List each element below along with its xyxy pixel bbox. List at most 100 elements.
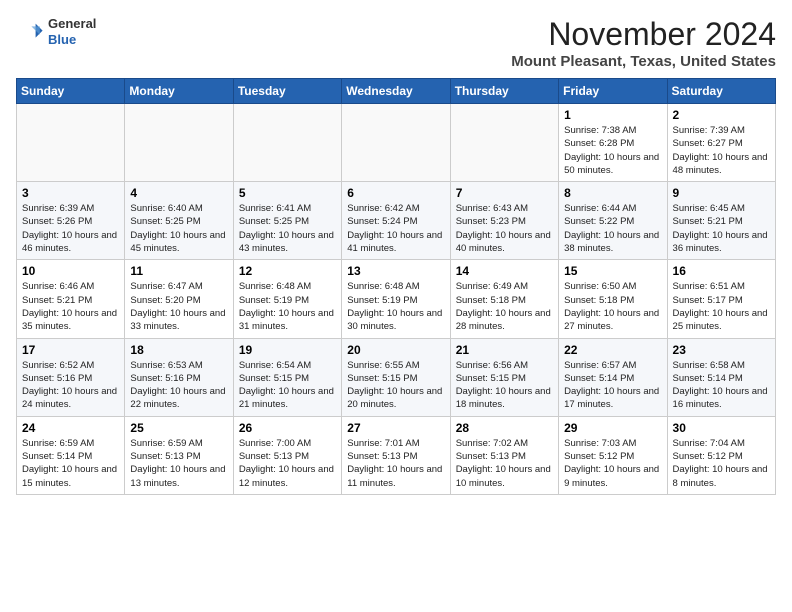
- day-number: 16: [673, 264, 770, 278]
- day-number: 22: [564, 343, 661, 357]
- calendar-cell: 4 Sunrise: 6:40 AM Sunset: 5:25 PM Daylig…: [125, 182, 233, 260]
- day-number: 19: [239, 343, 336, 357]
- day-number: 7: [456, 186, 553, 200]
- day-number: 11: [130, 264, 227, 278]
- day-info: Sunrise: 6:52 AM Sunset: 5:16 PM Dayligh…: [22, 359, 119, 412]
- calendar-cell: 7 Sunrise: 6:43 AM Sunset: 5:23 PM Daylig…: [450, 182, 558, 260]
- day-number: 29: [564, 421, 661, 435]
- calendar-cell: 19 Sunrise: 6:54 AM Sunset: 5:15 PM Dayli…: [233, 338, 341, 416]
- weekday-header-tuesday: Tuesday: [233, 79, 341, 104]
- day-number: 28: [456, 421, 553, 435]
- day-number: 23: [673, 343, 770, 357]
- calendar-cell: 26Sunrise: 7:00 AM Sunset: 5:13 PM Dayli…: [233, 416, 341, 494]
- day-info: Sunrise: 6:40 AM Sunset: 5:25 PM Dayligh…: [130, 202, 227, 255]
- calendar-cell: 2 Sunrise: 7:39 AM Sunset: 6:27 PM Daylig…: [667, 104, 775, 182]
- logo: General Blue: [16, 16, 96, 47]
- day-info: Sunrise: 6:58 AM Sunset: 5:14 PM Dayligh…: [673, 359, 770, 412]
- day-info: Sunrise: 6:59 AM Sunset: 5:13 PM Dayligh…: [130, 437, 227, 490]
- location-text: Mount Pleasant, Texas, United States: [511, 53, 776, 70]
- day-info: Sunrise: 6:50 AM Sunset: 5:18 PM Dayligh…: [564, 280, 661, 333]
- day-info: Sunrise: 7:03 AM Sunset: 5:12 PM Dayligh…: [564, 437, 661, 490]
- day-info: Sunrise: 6:57 AM Sunset: 5:14 PM Dayligh…: [564, 359, 661, 412]
- day-number: 8: [564, 186, 661, 200]
- day-number: 12: [239, 264, 336, 278]
- day-number: 9: [673, 186, 770, 200]
- day-info: Sunrise: 7:39 AM Sunset: 6:27 PM Dayligh…: [673, 124, 770, 177]
- day-number: 3: [22, 186, 119, 200]
- day-info: Sunrise: 6:51 AM Sunset: 5:17 PM Dayligh…: [673, 280, 770, 333]
- weekday-header-thursday: Thursday: [450, 79, 558, 104]
- calendar-cell: 22 Sunrise: 6:57 AM Sunset: 5:14 PM Dayli…: [559, 338, 667, 416]
- calendar-cell: 21 Sunrise: 6:56 AM Sunset: 5:15 PM Dayli…: [450, 338, 558, 416]
- calendar-cell: [17, 104, 125, 182]
- day-info: Sunrise: 7:38 AM Sunset: 6:28 PM Dayligh…: [564, 124, 661, 177]
- day-info: Sunrise: 6:47 AM Sunset: 5:20 PM Dayligh…: [130, 280, 227, 333]
- calendar-cell: 9 Sunrise: 6:45 AM Sunset: 5:21 PM Daylig…: [667, 182, 775, 260]
- day-info: Sunrise: 7:01 AM Sunset: 5:13 PM Dayligh…: [347, 437, 444, 490]
- day-number: 18: [130, 343, 227, 357]
- day-info: Sunrise: 6:55 AM Sunset: 5:15 PM Dayligh…: [347, 359, 444, 412]
- calendar-cell: 12 Sunrise: 6:48 AM Sunset: 5:19 PM Dayli…: [233, 260, 341, 338]
- day-info: Sunrise: 6:53 AM Sunset: 5:16 PM Dayligh…: [130, 359, 227, 412]
- calendar-cell: 23 Sunrise: 6:58 AM Sunset: 5:14 PM Dayli…: [667, 338, 775, 416]
- weekday-header-friday: Friday: [559, 79, 667, 104]
- day-info: Sunrise: 6:59 AM Sunset: 5:14 PM Dayligh…: [22, 437, 119, 490]
- calendar-cell: [342, 104, 450, 182]
- day-number: 13: [347, 264, 444, 278]
- calendar-cell: 3 Sunrise: 6:39 AM Sunset: 5:26 PM Daylig…: [17, 182, 125, 260]
- weekday-header-sunday: Sunday: [17, 79, 125, 104]
- day-info: Sunrise: 6:42 AM Sunset: 5:24 PM Dayligh…: [347, 202, 444, 255]
- day-info: Sunrise: 6:45 AM Sunset: 5:21 PM Dayligh…: [673, 202, 770, 255]
- weekday-header-monday: Monday: [125, 79, 233, 104]
- calendar-cell: 13Sunrise: 6:48 AM Sunset: 5:19 PM Dayli…: [342, 260, 450, 338]
- calendar-cell: 6Sunrise: 6:42 AM Sunset: 5:24 PM Daylig…: [342, 182, 450, 260]
- day-number: 14: [456, 264, 553, 278]
- calendar-cell: 30Sunrise: 7:04 AM Sunset: 5:12 PM Dayli…: [667, 416, 775, 494]
- header: General Blue November 2024 Mount Pleasan…: [16, 16, 776, 70]
- day-number: 10: [22, 264, 119, 278]
- day-info: Sunrise: 6:54 AM Sunset: 5:15 PM Dayligh…: [239, 359, 336, 412]
- calendar-cell: 5 Sunrise: 6:41 AM Sunset: 5:25 PM Daylig…: [233, 182, 341, 260]
- calendar-cell: 20 Sunrise: 6:55 AM Sunset: 5:15 PM Dayli…: [342, 338, 450, 416]
- calendar-cell: 1 Sunrise: 7:38 AM Sunset: 6:28 PM Daylig…: [559, 104, 667, 182]
- calendar-cell: 14 Sunrise: 6:49 AM Sunset: 5:18 PM Dayli…: [450, 260, 558, 338]
- day-info: Sunrise: 6:56 AM Sunset: 5:15 PM Dayligh…: [456, 359, 553, 412]
- calendar-cell: 11 Sunrise: 6:47 AM Sunset: 5:20 PM Dayli…: [125, 260, 233, 338]
- day-info: Sunrise: 6:48 AM Sunset: 5:19 PM Dayligh…: [239, 280, 336, 333]
- calendar-cell: 27 Sunrise: 7:01 AM Sunset: 5:13 PM Dayli…: [342, 416, 450, 494]
- logo-blue-text: Blue: [48, 32, 96, 48]
- day-info: Sunrise: 6:43 AM Sunset: 5:23 PM Dayligh…: [456, 202, 553, 255]
- day-number: 2: [673, 108, 770, 122]
- calendar-cell: 17 Sunrise: 6:52 AM Sunset: 5:16 PM Dayli…: [17, 338, 125, 416]
- month-title: November 2024: [511, 16, 776, 53]
- calendar-cell: 28Sunrise: 7:02 AM Sunset: 5:13 PM Dayli…: [450, 416, 558, 494]
- day-number: 5: [239, 186, 336, 200]
- calendar-cell: 29 Sunrise: 7:03 AM Sunset: 5:12 PM Dayli…: [559, 416, 667, 494]
- calendar-cell: 25Sunrise: 6:59 AM Sunset: 5:13 PM Dayli…: [125, 416, 233, 494]
- calendar-cell: [450, 104, 558, 182]
- day-number: 24: [22, 421, 119, 435]
- weekday-header-saturday: Saturday: [667, 79, 775, 104]
- day-number: 1: [564, 108, 661, 122]
- day-info: Sunrise: 6:46 AM Sunset: 5:21 PM Dayligh…: [22, 280, 119, 333]
- day-number: 17: [22, 343, 119, 357]
- day-number: 15: [564, 264, 661, 278]
- calendar-cell: [125, 104, 233, 182]
- day-info: Sunrise: 6:41 AM Sunset: 5:25 PM Dayligh…: [239, 202, 336, 255]
- day-info: Sunrise: 6:49 AM Sunset: 5:18 PM Dayligh…: [456, 280, 553, 333]
- calendar-cell: 10 Sunrise: 6:46 AM Sunset: 5:21 PM Dayli…: [17, 260, 125, 338]
- calendar-table: SundayMondayTuesdayWednesdayThursdayFrid…: [16, 78, 776, 495]
- weekday-header-wednesday: Wednesday: [342, 79, 450, 104]
- calendar-cell: 24 Sunrise: 6:59 AM Sunset: 5:14 PM Dayli…: [17, 416, 125, 494]
- day-info: Sunrise: 6:39 AM Sunset: 5:26 PM Dayligh…: [22, 202, 119, 255]
- day-number: 20: [347, 343, 444, 357]
- day-number: 21: [456, 343, 553, 357]
- logo-general-text: General: [48, 16, 96, 32]
- day-number: 30: [673, 421, 770, 435]
- calendar-cell: 18 Sunrise: 6:53 AM Sunset: 5:16 PM Dayli…: [125, 338, 233, 416]
- calendar-cell: [233, 104, 341, 182]
- day-number: 4: [130, 186, 227, 200]
- day-number: 27: [347, 421, 444, 435]
- calendar-cell: 8Sunrise: 6:44 AM Sunset: 5:22 PM Daylig…: [559, 182, 667, 260]
- day-info: Sunrise: 7:00 AM Sunset: 5:13 PM Dayligh…: [239, 437, 336, 490]
